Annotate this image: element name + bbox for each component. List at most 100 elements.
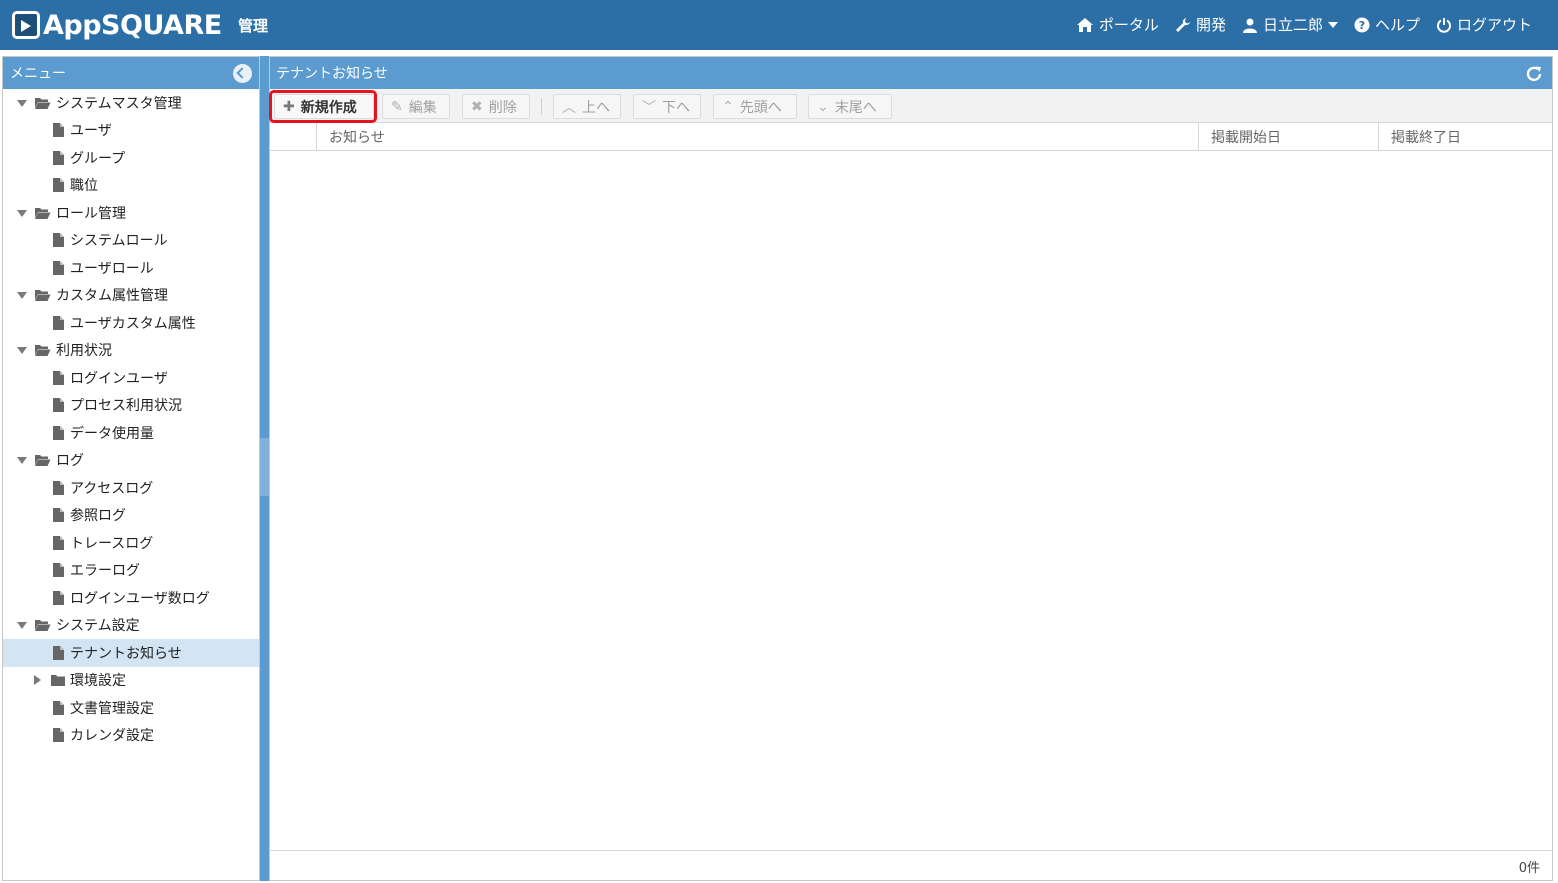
menu-tree: システムマスタ管理ユーザグループ職位ロール管理システムロール ユーザロール カスタム… (3, 89, 259, 749)
chevron-up-icon: ︿ (562, 99, 576, 116)
tree-item-label: カスタム属性管理 (56, 288, 168, 305)
app-header: AppSQUARE 管理 ポータル 開発 日立二郎 ? ヘルプ ログアウト (0, 0, 1558, 50)
tree-item[interactable]: プロセス利用状況 (3, 392, 259, 420)
move-top-button[interactable]: ⌃ 先頭へ (713, 94, 797, 119)
edit-button-label: 編集 (408, 99, 437, 116)
collapse-sidebar-icon[interactable] (233, 64, 252, 83)
develop-link[interactable]: 開発 (1175, 14, 1226, 35)
tree-folder[interactable]: システムマスタ管理 (3, 89, 259, 117)
folder-open-icon (35, 290, 51, 302)
tree-item[interactable]: ログインユーザ数ログ (3, 584, 259, 612)
tree-folder[interactable]: ロール管理 (3, 199, 259, 227)
move-down-button[interactable]: ﹀ 下へ (633, 94, 701, 119)
document-icon (53, 535, 64, 550)
grid-body[interactable] (270, 152, 1552, 850)
folder-open-icon (35, 620, 51, 632)
grid-header: お知らせ 掲載開始日 掲載終了日 (270, 123, 1552, 151)
tree-item[interactable]: トレースログ (3, 529, 259, 557)
logout-link[interactable]: ログアウト (1436, 14, 1532, 35)
expand-toggle-icon[interactable] (16, 344, 28, 356)
expand-toggle-icon[interactable] (16, 97, 28, 109)
tree-item[interactable]: ログインユーザ (3, 364, 259, 392)
develop-label: 開発 (1195, 16, 1226, 34)
tree-item-label: アクセスログ (70, 480, 154, 497)
expand-toggle-icon[interactable] (16, 289, 28, 301)
column-start-date[interactable]: 掲載開始日 (1198, 123, 1378, 150)
tree-item[interactable]: 文書管理設定 (3, 694, 259, 722)
tree-folder[interactable]: カスタム属性管理 (3, 282, 259, 310)
tree-item[interactable]: ユーザ (3, 117, 259, 145)
delete-button[interactable]: ✖ 削除 (462, 94, 530, 119)
tree-item-label: ログインユーザ数ログ (70, 590, 210, 607)
tree-item-label: ユーザ (70, 123, 112, 140)
document-icon (53, 370, 64, 385)
new-button[interactable]: ✚ 新規作成 (274, 94, 374, 119)
tree-folder[interactable]: ログ (3, 447, 259, 475)
tree-item-label: 職位 (70, 178, 98, 195)
tree-item[interactable]: 参照ログ (3, 502, 259, 530)
tree-item[interactable]: カレンダ設定 (3, 722, 259, 750)
document-icon (53, 480, 64, 495)
tree-item-label: ユーザロール (70, 260, 154, 277)
app-logo[interactable]: AppSQUARE (12, 8, 222, 42)
toolbar: ✚ 新規作成 ✎ 編集 ✖ 削除 ︿ 上へ ﹀ 下へ ⌃ 先頭へ ⌄ 末尾へ (269, 89, 1552, 123)
page-title: テナントお知らせ (276, 66, 388, 82)
document-icon (53, 590, 64, 605)
help-link[interactable]: ? ヘルプ (1354, 14, 1420, 35)
tree-item[interactable]: データ使用量 (3, 419, 259, 447)
tree-item-label: ロール管理 (56, 205, 126, 222)
logo-mark-icon (12, 11, 40, 39)
splitter-handle[interactable] (260, 438, 269, 496)
edit-button[interactable]: ✎ 編集 (382, 94, 450, 119)
tree-item[interactable]: ユーザロール (3, 254, 259, 282)
tree-item-label: ログインユーザ (70, 370, 168, 387)
home-icon (1076, 17, 1093, 32)
tree-item-label: エラーログ (70, 563, 140, 580)
document-icon (53, 645, 64, 660)
tree-folder[interactable]: システム設定 (3, 612, 259, 640)
portal-link[interactable]: ポータル (1076, 14, 1159, 35)
move-up-button[interactable]: ︿ 上へ (553, 94, 621, 119)
column-end-date[interactable]: 掲載終了日 (1378, 123, 1552, 150)
edit-icon: ✎ (391, 98, 403, 115)
refresh-icon[interactable] (1524, 64, 1544, 84)
expand-toggle-icon[interactable] (16, 619, 28, 631)
tree-item[interactable]: グループ (3, 144, 259, 172)
help-label: ヘルプ (1374, 16, 1420, 34)
collapse-toggle-icon[interactable] (31, 674, 43, 686)
move-bottom-button[interactable]: ⌄ 末尾へ (808, 94, 892, 119)
tree-item-label: システムロール (70, 233, 168, 250)
expand-toggle-icon[interactable] (16, 207, 28, 219)
tree-item[interactable]: アクセスログ (3, 474, 259, 502)
tree-item-label: 環境設定 (70, 673, 126, 690)
logout-label: ログアウト (1456, 16, 1532, 34)
expand-toggle-icon[interactable] (16, 454, 28, 466)
folder-icon (51, 675, 65, 687)
tree-item-label: ログ (56, 453, 84, 470)
brand-name: AppSQUARE (43, 9, 222, 41)
tree-item-label: データ使用量 (70, 425, 154, 442)
move-down-label: 下へ (662, 99, 690, 116)
new-button-label: 新規作成 (300, 99, 357, 116)
tree-item[interactable]: テナントお知らせ (3, 639, 259, 667)
column-notice[interactable]: お知らせ (316, 123, 1199, 150)
tree-item[interactable]: システムロール (3, 227, 259, 255)
help-icon: ? (1354, 17, 1370, 32)
tree-item[interactable]: 職位 (3, 172, 259, 200)
tree-item-label: ユーザカスタム属性 (70, 315, 196, 332)
plus-icon: ✚ (283, 98, 295, 115)
panel-header: テナントお知らせ (270, 57, 1552, 89)
double-chevron-up-icon: ⌃ (722, 98, 734, 115)
user-menu[interactable]: 日立二郎 (1242, 14, 1338, 35)
tree-item-label: カレンダ設定 (70, 728, 154, 745)
toolbar-separator (541, 98, 542, 115)
tree-item-label: テナントお知らせ (70, 645, 182, 662)
tree-folder[interactable]: 環境設定 (3, 667, 259, 695)
tree-item[interactable]: エラーログ (3, 557, 259, 585)
document-icon (53, 508, 64, 523)
column-end-date-label: 掲載終了日 (1391, 129, 1461, 146)
tree-item-label: プロセス利用状況 (70, 398, 182, 415)
tree-folder[interactable]: 利用状況 (3, 337, 259, 365)
tree-item[interactable]: ユーザカスタム属性 (3, 309, 259, 337)
sidebar-header: メニュー (3, 57, 259, 89)
